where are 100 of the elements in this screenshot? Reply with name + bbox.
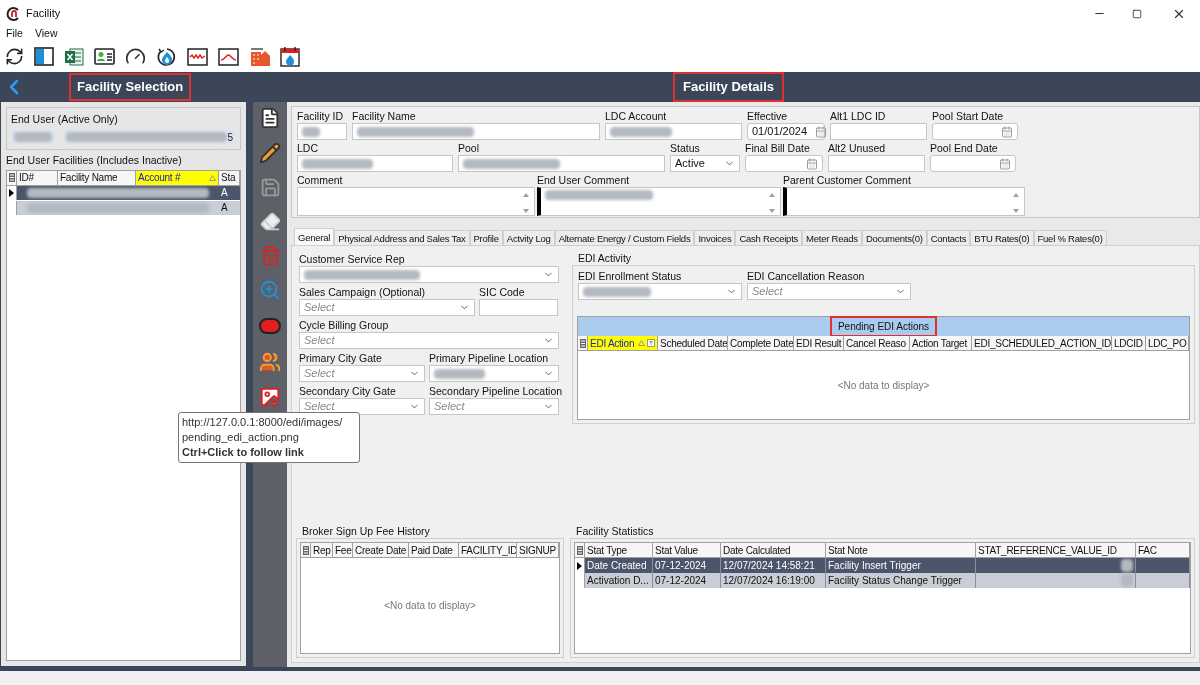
input-field[interactable] — [605, 123, 742, 140]
column-header[interactable]: Sta — [219, 170, 240, 185]
tab[interactable]: BTU Rates(0) — [970, 230, 1034, 245]
field-label: EDI Cancellation Reason — [747, 269, 866, 283]
scroll-arrows-icon[interactable] — [1012, 191, 1020, 215]
column-chooser-icon[interactable] — [576, 545, 583, 555]
input-field[interactable] — [297, 155, 453, 172]
table-row[interactable]: Activation D... 07-12-2024 12/07/2024 16:19:00 Facility Status Change Trigger — [575, 573, 1190, 588]
date-field[interactable] — [932, 123, 1018, 140]
scroll-arrows-icon[interactable] — [522, 191, 530, 215]
date-field[interactable]: 01/01/2024 — [747, 123, 825, 140]
menu-item[interactable]: File — [6, 26, 23, 42]
dropdown-field[interactable]: Select — [299, 332, 559, 349]
column-header[interactable]: EDI Result — [794, 336, 844, 350]
table-row[interactable]: Date Created 07-12-2024 12/07/2024 14:58:21 Facility Insert Trigger — [575, 558, 1190, 573]
save-icon[interactable] — [259, 177, 281, 198]
column-header[interactable]: Stat Type — [585, 543, 653, 557]
tab[interactable]: Documents(0) — [861, 230, 927, 245]
column-header[interactable]: Complete Date — [728, 336, 794, 350]
tab[interactable]: Invoices — [694, 230, 736, 245]
sort-icon[interactable] — [638, 340, 646, 346]
column-header[interactable]: LDC_PO — [1146, 336, 1189, 350]
column-header[interactable]: Account # — [136, 170, 219, 185]
input-field[interactable] — [479, 299, 558, 316]
comment-field[interactable] — [297, 187, 535, 216]
flame-icon[interactable] — [156, 46, 177, 67]
contact-card-icon[interactable] — [94, 48, 115, 65]
column-header[interactable]: Fee — [333, 543, 353, 557]
tab[interactable]: Physical Address and Sales Tax — [334, 230, 470, 245]
row-selector[interactable] — [575, 558, 585, 573]
field-label: Comment — [297, 173, 344, 187]
column-header[interactable]: FAC — [1136, 543, 1190, 557]
dropdown-field[interactable]: Select — [747, 283, 911, 300]
maximize-icon[interactable] — [1132, 8, 1142, 19]
column-header[interactable]: Action Target — [910, 336, 972, 350]
tab[interactable]: Fuel % Rates(0) — [1033, 230, 1107, 245]
input-field[interactable] — [458, 155, 665, 172]
scroll-arrows-icon[interactable] — [768, 191, 776, 215]
eraser-icon[interactable] — [259, 211, 281, 232]
tab[interactable]: Alternate Energy / Custom Fields — [554, 230, 695, 245]
column-header[interactable]: Stat Note — [826, 543, 976, 557]
input-field[interactable] — [830, 123, 927, 140]
tab[interactable]: Profile — [469, 230, 503, 245]
column-header[interactable]: ID# — [17, 170, 58, 185]
column-header[interactable]: Paid Date — [409, 543, 459, 557]
column-header[interactable]: Facility Name — [58, 170, 136, 185]
input-field[interactable] — [297, 123, 347, 140]
zoom-in-icon[interactable] — [259, 279, 281, 301]
spreadsheet-icon[interactable] — [64, 46, 84, 67]
column-header[interactable]: Cancel Reaso — [844, 336, 910, 350]
building-icon[interactable] — [249, 46, 270, 67]
date-field[interactable] — [745, 155, 823, 172]
trash-icon[interactable] — [259, 245, 281, 266]
column-header[interactable]: Scheduled Date — [658, 336, 728, 350]
input-field[interactable] — [828, 155, 925, 172]
column-chooser-icon[interactable] — [8, 173, 15, 182]
column-header[interactable]: STAT_REFERENCE_VALUE_ID — [976, 543, 1136, 557]
column-header[interactable]: Stat Value — [653, 543, 721, 557]
dropdown-field[interactable]: Select — [299, 299, 475, 316]
column-header[interactable]: Create Date — [353, 543, 409, 557]
column-chooser-icon[interactable] — [302, 545, 309, 555]
filter-icon[interactable] — [647, 339, 656, 347]
date-field[interactable] — [930, 155, 1016, 172]
column-chooser-icon[interactable] — [579, 338, 586, 348]
dropdown-field[interactable] — [429, 365, 559, 382]
table-cell: Activation D... — [585, 573, 653, 588]
tab[interactable]: Actvity Log — [502, 230, 555, 245]
comment-field[interactable] — [537, 187, 781, 216]
input-field[interactable] — [352, 123, 600, 140]
tab[interactable]: Cash Receipts — [735, 230, 803, 245]
dropdown-field[interactable] — [578, 283, 742, 300]
column-header[interactable]: LDCID — [1112, 336, 1146, 350]
document-icon[interactable] — [259, 107, 281, 129]
dropdown-field[interactable] — [299, 266, 559, 283]
calendar-icon[interactable] — [280, 46, 300, 67]
group-title: Facility Statistics — [575, 525, 655, 538]
wave-icon[interactable] — [187, 47, 208, 66]
tab[interactable]: General — [294, 228, 335, 245]
menu-item[interactable]: View — [34, 26, 58, 42]
panel-icon[interactable] — [34, 47, 54, 66]
dropdown-field[interactable]: Select — [429, 398, 559, 415]
row-selector[interactable] — [7, 185, 17, 200]
image-upload-icon[interactable] — [259, 386, 281, 408]
dropdown-field[interactable]: Active — [670, 155, 740, 172]
column-header[interactable]: FACILITY_ID — [459, 543, 517, 557]
sort-icon[interactable] — [209, 174, 216, 181]
column-header[interactable]: Date Calculated — [721, 543, 826, 557]
refresh-icon[interactable] — [5, 47, 24, 66]
column-header[interactable]: SIGNUP — [517, 543, 559, 557]
comment-field[interactable] — [783, 187, 1025, 216]
tab[interactable]: Meter Reads — [802, 230, 862, 245]
pencil-icon[interactable] — [259, 142, 281, 164]
curve-icon[interactable] — [218, 47, 239, 66]
people-icon[interactable] — [259, 351, 281, 373]
column-header[interactable]: EDI_SCHEDULED_ACTION_ID — [972, 336, 1112, 350]
column-header[interactable]: EDI Action — [588, 336, 658, 350]
dropdown-field[interactable]: Select — [299, 365, 425, 382]
tab[interactable]: Contacts — [926, 230, 971, 245]
input-field[interactable]: 5 — [63, 129, 236, 145]
column-header[interactable]: Rep — [311, 543, 333, 557]
